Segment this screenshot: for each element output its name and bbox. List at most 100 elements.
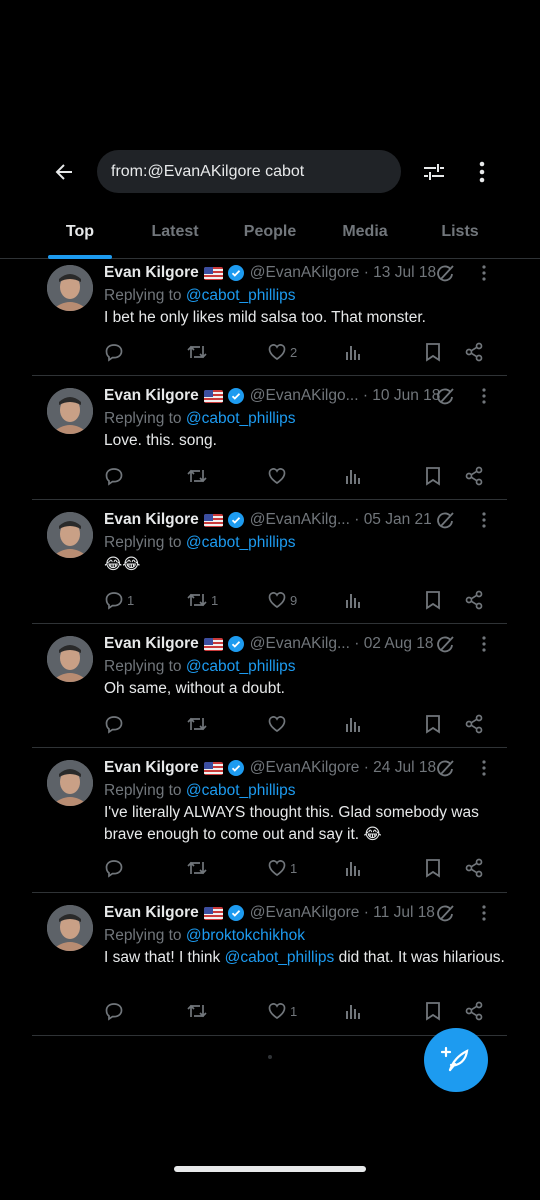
retweet-button[interactable]: 1	[186, 588, 218, 612]
tab-lists[interactable]: Lists	[430, 212, 490, 258]
avatar[interactable]	[47, 905, 93, 951]
tweet-actions: 2	[104, 340, 496, 364]
retweet-button[interactable]	[186, 856, 211, 880]
bookmark-button[interactable]	[424, 340, 442, 364]
views-button[interactable]	[344, 464, 362, 488]
grok-button[interactable]	[435, 633, 455, 655]
grok-button[interactable]	[435, 262, 455, 284]
like-button[interactable]	[267, 712, 290, 736]
tweet[interactable]: Evan Kilgore @EvanAKilgo... · 10 Jun 18 …	[32, 376, 507, 500]
author-name[interactable]: Evan Kilgore	[104, 635, 199, 653]
author-name[interactable]: Evan Kilgore	[104, 264, 199, 282]
reply-button[interactable]	[104, 340, 127, 364]
views-button[interactable]	[344, 999, 362, 1023]
tab-top[interactable]: Top	[46, 212, 114, 259]
filter-button[interactable]	[418, 156, 450, 188]
reply-button[interactable]	[104, 712, 127, 736]
mention-link[interactable]: @broktokchikhok	[186, 927, 305, 944]
avatar[interactable]	[47, 388, 93, 434]
like-button[interactable]	[267, 464, 290, 488]
views-button[interactable]	[344, 856, 362, 880]
reply-button[interactable]: 1	[104, 588, 134, 612]
tab-media[interactable]: Media	[332, 212, 398, 258]
back-button[interactable]	[46, 156, 82, 188]
reply-button[interactable]	[104, 856, 127, 880]
compose-icon	[441, 1046, 469, 1072]
search-query: from:@EvanAKilgore cabot	[111, 162, 305, 180]
like-icon	[268, 592, 286, 609]
tweet-text: Oh same, without a doubt.	[104, 680, 285, 697]
avatar[interactable]	[47, 636, 93, 682]
tab-latest[interactable]: Latest	[140, 212, 210, 258]
us-flag-emoji	[203, 761, 223, 775]
retweet-button[interactable]	[186, 340, 211, 364]
verified-badge-icon	[227, 512, 244, 528]
mention-link[interactable]: @cabot_phillips	[186, 782, 296, 799]
tweet-text-end: did that. It was hilarious.	[334, 949, 505, 966]
bookmark-button[interactable]	[424, 999, 442, 1023]
author-name[interactable]: Evan Kilgore	[104, 759, 199, 777]
grok-button[interactable]	[435, 509, 455, 531]
tab-people[interactable]: People	[234, 212, 306, 258]
avatar[interactable]	[47, 512, 93, 558]
views-button[interactable]	[344, 340, 362, 364]
share-icon	[465, 1001, 483, 1021]
reply-button[interactable]	[104, 999, 127, 1023]
author-name[interactable]: Evan Kilgore	[104, 387, 199, 405]
share-button[interactable]	[464, 588, 484, 612]
avatar[interactable]	[47, 760, 93, 806]
mention-link[interactable]: @cabot_phillips	[186, 658, 296, 675]
bookmark-button[interactable]	[424, 464, 442, 488]
mention-link[interactable]: @cabot_phillips	[225, 949, 335, 966]
mention-link[interactable]: @cabot_phillips	[186, 410, 296, 427]
like-button[interactable]: 9	[267, 588, 297, 612]
mention-link[interactable]: @cabot_phillips	[186, 534, 296, 551]
reply-button[interactable]	[104, 464, 127, 488]
retweet-button[interactable]	[186, 712, 211, 736]
reply-icon	[105, 468, 123, 486]
author-name[interactable]: Evan Kilgore	[104, 904, 199, 922]
author-name[interactable]: Evan Kilgore	[104, 511, 199, 529]
tweet-more-button[interactable]	[479, 262, 489, 284]
share-button[interactable]	[464, 999, 484, 1023]
bookmark-button[interactable]	[424, 856, 442, 880]
like-icon	[268, 468, 286, 485]
share-button[interactable]	[464, 856, 484, 880]
grok-button[interactable]	[435, 757, 455, 779]
retweet-button[interactable]	[186, 464, 211, 488]
bookmark-button[interactable]	[424, 712, 442, 736]
home-indicator[interactable]	[174, 1166, 366, 1172]
verified-badge-icon	[227, 265, 244, 281]
tweet-more-button[interactable]	[479, 509, 489, 531]
tweet-more-button[interactable]	[479, 902, 489, 924]
views-button[interactable]	[344, 712, 362, 736]
grok-button[interactable]	[435, 385, 455, 407]
share-button[interactable]	[464, 340, 484, 364]
like-button[interactable]: 1	[267, 856, 297, 880]
views-icon	[346, 862, 360, 876]
compose-button[interactable]	[424, 1028, 488, 1092]
avatar[interactable]	[47, 265, 93, 311]
tweet[interactable]: Evan Kilgore @EvanAKilgore · 11 Jul 18 R…	[32, 893, 507, 1036]
share-button[interactable]	[464, 464, 484, 488]
author-handle-date: @EvanAKilg... · 02 Aug 18	[249, 635, 434, 652]
more-options-button[interactable]	[468, 156, 496, 188]
tweet[interactable]: Evan Kilgore @EvanAKilgore · 13 Jul 18 R…	[32, 260, 507, 376]
tweet[interactable]: Evan Kilgore @EvanAKilg... · 02 Aug 18 R…	[32, 624, 507, 748]
share-button[interactable]	[464, 712, 484, 736]
bookmark-button[interactable]	[424, 588, 442, 612]
tweet[interactable]: Evan Kilgore @EvanAKilgore · 24 Jul 18 R…	[32, 748, 507, 893]
retweet-button[interactable]	[186, 999, 211, 1023]
grok-button[interactable]	[435, 902, 455, 924]
more-vert-icon	[482, 388, 486, 404]
like-button[interactable]: 2	[267, 340, 297, 364]
mention-link[interactable]: @cabot_phillips	[186, 287, 296, 304]
tweet[interactable]: Evan Kilgore @EvanAKilg... · 05 Jan 21 R…	[32, 500, 507, 624]
views-button[interactable]	[344, 588, 362, 612]
search-input[interactable]: from:@EvanAKilgore cabot	[97, 150, 401, 193]
tweet-more-button[interactable]	[479, 757, 489, 779]
tweet-more-button[interactable]	[479, 633, 489, 655]
loading-indicator	[268, 1055, 272, 1059]
like-button[interactable]: 1	[267, 999, 297, 1023]
tweet-more-button[interactable]	[479, 385, 489, 407]
